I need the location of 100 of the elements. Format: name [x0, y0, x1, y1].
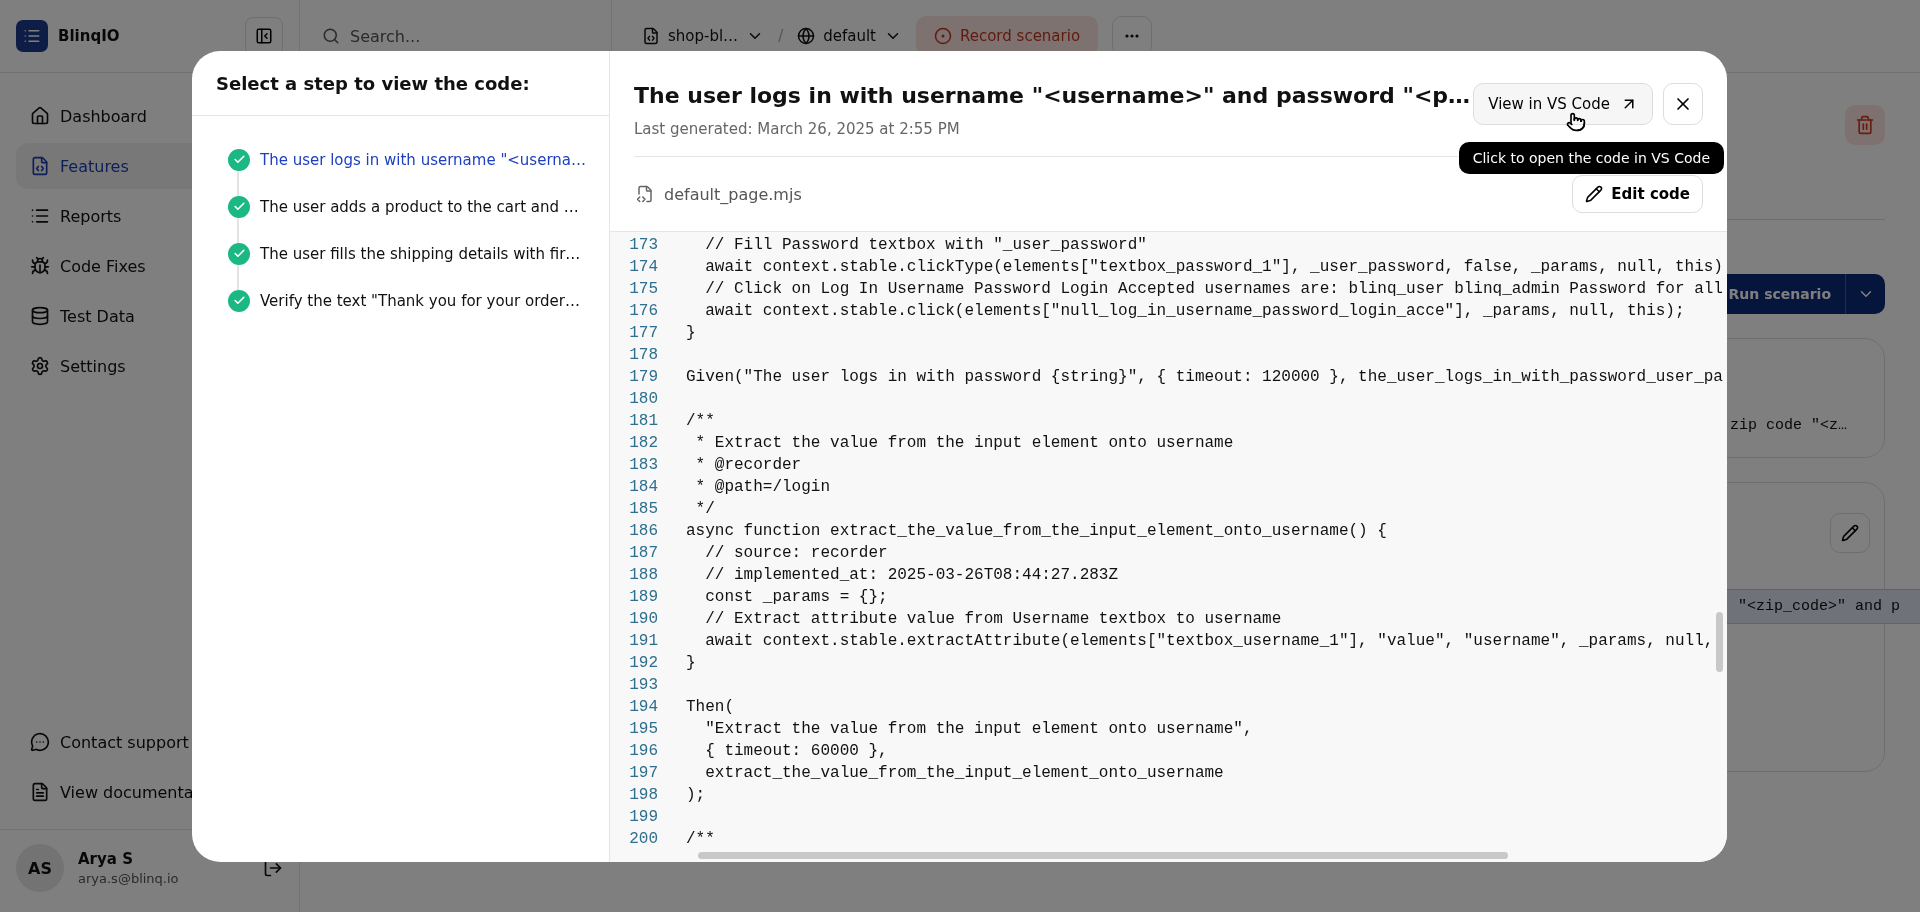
line-number: 195	[628, 720, 658, 738]
code-line: * @path=/login	[694, 478, 831, 496]
line-number: 178	[628, 346, 658, 364]
code-line: { timeout: 60000 },	[704, 742, 888, 760]
line-number: 198	[628, 786, 658, 804]
nav-icon	[30, 206, 50, 226]
edit-button[interactable]	[1830, 513, 1870, 553]
file-icon	[636, 185, 654, 203]
nav-icon	[30, 256, 50, 276]
step-title: The user logs in with username "<username>" and password "<p…	[634, 83, 1472, 108]
code-line: await context.stable.click(elements["null_log_in_username_password_login_acce"], _params, null, this);	[704, 302, 1685, 320]
document-icon	[30, 782, 50, 802]
code-line: );	[686, 786, 706, 804]
search-icon	[322, 27, 340, 45]
code-line: /**	[686, 830, 715, 848]
user-name: Arya S	[78, 850, 134, 868]
code-line: async function extract_the_value_from_the_input_element_onto_username() {	[686, 522, 1387, 540]
vertical-scrollbar[interactable]	[1716, 612, 1723, 672]
code-line: // Click on Log In Username Password Login Accepted usernames are: blinq_user blinq_admin Password for all	[704, 280, 1723, 298]
code-line: */	[694, 500, 715, 518]
file-code-icon	[642, 27, 660, 45]
line-number: 196	[628, 742, 658, 760]
line-number: 183	[628, 456, 658, 474]
code-line: // Fill Password textbox with "_user_password"	[704, 236, 1147, 254]
line-number: 173	[628, 236, 658, 254]
check-glyph	[232, 200, 246, 213]
user-avatar: AS	[16, 844, 64, 892]
trash-icon	[1855, 115, 1875, 135]
record-icon	[933, 27, 952, 45]
check-glyph	[232, 247, 246, 260]
nav-icon	[30, 306, 50, 326]
more-icon	[1125, 34, 1140, 38]
list-glyph	[23, 27, 41, 45]
tooltip: Click to open the code in VS Code	[1458, 142, 1724, 174]
step-item[interactable]: Verify the text "Thank you for your order…	[260, 291, 581, 310]
code-line: extract_the_value_from_the_input_element_onto_username	[704, 764, 1224, 782]
file-name: default_page.mjs	[664, 184, 803, 204]
app-logo-text: BlinqIO	[58, 27, 121, 45]
line-number: 187	[628, 544, 658, 562]
code-line: // implemented_at: 2025-03-26T08:44:27.283Z	[704, 566, 1119, 584]
collapse-icon	[255, 27, 273, 45]
code-line: * Extract the value from the input element onto username	[694, 434, 1234, 452]
step-item[interactable]: The user fills the shipping details with fir…	[260, 244, 581, 263]
line-number: 197	[628, 764, 658, 782]
line-number: 176	[628, 302, 658, 320]
code-line: }	[686, 324, 696, 342]
step-item[interactable]: The user adds a product to the cart and …	[260, 197, 579, 216]
code-line: const _params = {};	[704, 588, 888, 606]
sidebar-link[interactable]: Contact support	[16, 719, 283, 765]
line-number: 194	[628, 698, 658, 716]
code-line: await context.stable.clickType(elements["textbox_password_1"], _user_password, false, _params, null, this)	[704, 258, 1723, 276]
code-line: await context.stable.extractAttribute(elements["textbox_username_1"], "value", "username", _params, null,	[704, 632, 1714, 650]
chat-icon	[30, 732, 50, 752]
step-text: zip code "<z…	[1729, 416, 1849, 436]
check-glyph	[232, 153, 246, 166]
code-line: "Extract the value from the input element onto username",	[704, 720, 1253, 738]
line-number: 181	[628, 412, 658, 430]
nav-icon	[30, 356, 50, 376]
line-number: 191	[628, 632, 658, 650]
edit-code-button[interactable]: Edit code	[1572, 175, 1703, 213]
user-email: arya.s@blinq.io	[78, 871, 180, 886]
pencil-icon	[1841, 524, 1859, 542]
delete-button[interactable]	[1845, 105, 1885, 145]
line-number: 193	[628, 676, 658, 694]
code-line: }	[686, 654, 696, 672]
horizontal-scrollbar[interactable]	[698, 852, 1508, 859]
project-selector[interactable]: shop-bl…	[642, 27, 765, 45]
sidebar-link[interactable]: View documenta	[16, 769, 283, 815]
nav-icon	[30, 106, 50, 126]
line-number: 185	[628, 500, 658, 518]
hand-pointer-icon	[1566, 112, 1587, 132]
breadcrumb-separator: /	[778, 27, 784, 45]
line-number: 182	[628, 434, 658, 452]
line-number: 188	[628, 566, 658, 584]
close-button[interactable]	[1663, 83, 1703, 125]
line-number: 189	[628, 588, 658, 606]
pencil-icon	[1585, 185, 1604, 203]
steps-heading: Select a step to view the code:	[192, 51, 609, 116]
nav-icon	[30, 156, 50, 176]
environment-selector[interactable]: default	[797, 27, 902, 45]
code-line: // Extract attribute value from Username textbox to username	[704, 610, 1282, 628]
code-line: Given("The user logs in with password {string}", { timeout: 120000 }, the_user_logs_in_with_password_user_pa	[686, 368, 1723, 386]
line-number: 180	[628, 390, 658, 408]
line-number: 192	[628, 654, 658, 672]
line-number: 186	[628, 522, 658, 540]
line-number: 184	[628, 478, 658, 496]
code-line: // source: recorder	[704, 544, 888, 562]
check-glyph	[232, 294, 246, 307]
code-line: /**	[686, 412, 715, 430]
line-number: 190	[628, 610, 658, 628]
globe-icon	[797, 27, 816, 45]
code-line: Then(	[686, 698, 734, 716]
line-number: 199	[628, 808, 658, 826]
line-number: 200	[628, 830, 658, 848]
code-line: * @recorder	[694, 456, 802, 474]
line-number: 177	[628, 324, 658, 342]
line-number: 174	[628, 258, 658, 276]
line-number: 179	[628, 368, 658, 386]
nav-item[interactable]: Settings	[16, 343, 283, 389]
line-number: 175	[628, 280, 658, 298]
